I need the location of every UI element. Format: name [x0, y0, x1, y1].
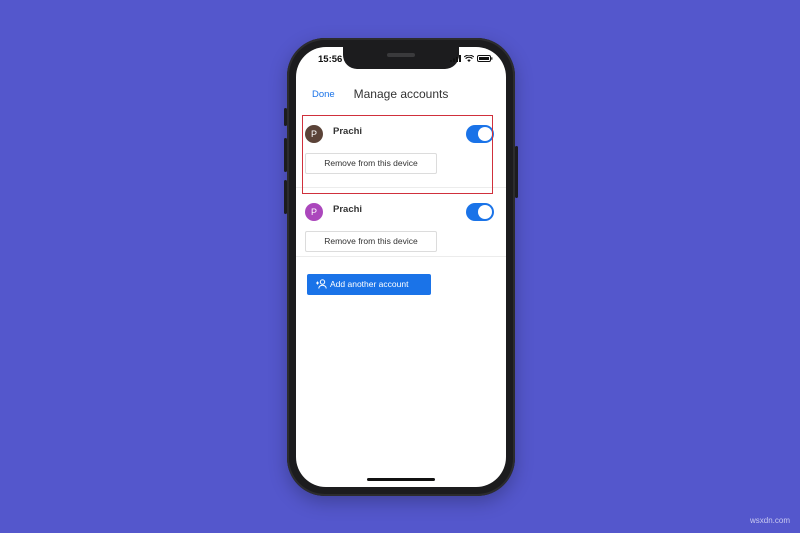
highlight-box — [302, 115, 493, 194]
account-toggle[interactable] — [466, 203, 494, 221]
account-name: Prachi — [333, 204, 363, 215]
volume-up-button — [284, 138, 287, 172]
remove-from-device-button[interactable]: Remove from this device — [305, 231, 437, 252]
notch — [343, 47, 459, 69]
power-button — [515, 146, 518, 198]
avatar: P — [305, 203, 323, 221]
account-item: P Prachi Remove from this device — [296, 203, 506, 279]
status-time: 15:56 — [318, 54, 343, 65]
divider — [296, 256, 506, 257]
battery-icon — [477, 55, 493, 62]
nav-bar: Manage accounts Done — [296, 81, 506, 107]
phone-screen: 15:56 Manage accounts Done P Prachi Remo… — [296, 47, 506, 487]
volume-down-button — [284, 180, 287, 214]
add-person-icon — [316, 279, 327, 289]
toggle-knob — [478, 205, 492, 219]
done-button[interactable]: Done — [312, 89, 335, 100]
signal-icon — [450, 55, 461, 62]
watermark: wsxdn.com — [749, 516, 790, 525]
speaker — [387, 53, 415, 57]
home-indicator — [367, 478, 435, 481]
status-icons — [450, 55, 493, 62]
wifi-icon — [464, 55, 474, 62]
add-account-label: Add another account — [330, 279, 409, 289]
add-another-account-button[interactable]: Add another account — [307, 274, 431, 295]
phone-frame: 15:56 Manage accounts Done P Prachi Remo… — [284, 38, 518, 496]
mute-switch — [284, 108, 287, 126]
